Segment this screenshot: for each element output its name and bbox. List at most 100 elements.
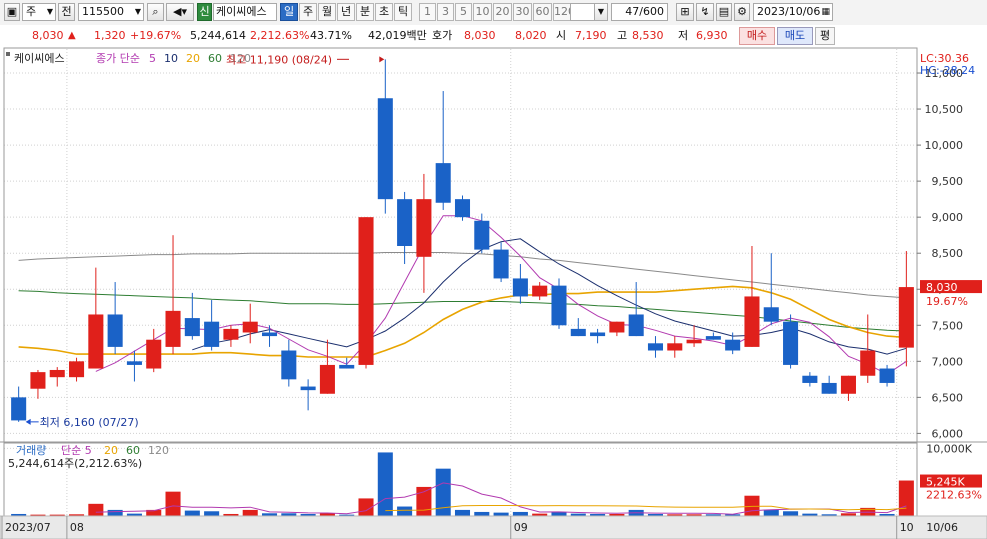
candle-body bbox=[840, 375, 856, 394]
volume-bar bbox=[165, 491, 181, 516]
interval-tab[interactable]: 30 bbox=[513, 3, 532, 21]
candle-body bbox=[570, 328, 586, 337]
period-tab[interactable]: 틱 bbox=[394, 3, 412, 21]
volume-bar bbox=[493, 512, 509, 516]
volume-summary: 5,244,614주(2,212.63%) bbox=[8, 457, 142, 470]
date-label: 08 bbox=[70, 521, 84, 534]
legend-ma-5: 5 bbox=[149, 52, 156, 65]
candle-body bbox=[512, 278, 528, 297]
sell-button[interactable]: 매도 bbox=[777, 27, 813, 45]
candle-body bbox=[783, 321, 799, 365]
interval-tab[interactable]: 3 bbox=[437, 3, 454, 21]
buy-button[interactable]: 매수 bbox=[739, 27, 775, 45]
quote-bar: 8,030 ▲ 1,320 +19.67% 5,244,614 2,212.63… bbox=[0, 25, 987, 48]
period-tab[interactable]: 초 bbox=[375, 3, 393, 21]
turnover-pct: 43.71% bbox=[310, 29, 352, 42]
period-tab[interactable]: 년 bbox=[337, 3, 355, 21]
candle-body bbox=[358, 217, 374, 365]
volume-bar bbox=[377, 452, 393, 516]
volume-bar bbox=[474, 511, 490, 516]
price-tick-label: 7,000 bbox=[932, 355, 964, 368]
candle-body bbox=[319, 364, 335, 394]
stock-code-value: 115500 bbox=[82, 5, 124, 18]
candle-body bbox=[300, 386, 316, 391]
volume-bar bbox=[763, 509, 779, 516]
chevron-down-icon: ▼ bbox=[46, 7, 53, 16]
volume-tick-label: 10,000K bbox=[926, 442, 972, 455]
split-view-icon[interactable]: ⊞ bbox=[676, 3, 694, 21]
candle-body bbox=[821, 382, 837, 394]
volume-legend-120: 120 bbox=[148, 444, 169, 457]
date-label: 10 bbox=[900, 521, 914, 534]
volume-bar bbox=[184, 510, 200, 516]
volume-legend-60: 60 bbox=[126, 444, 140, 457]
high-price: 8,530 bbox=[632, 29, 664, 42]
series-marker-icon bbox=[6, 52, 10, 56]
candle-body bbox=[339, 364, 355, 369]
candle-body bbox=[628, 314, 644, 337]
interval-tab[interactable]: 5 bbox=[455, 3, 472, 21]
low-price: 6,930 bbox=[696, 29, 728, 42]
period-tab[interactable]: 분 bbox=[356, 3, 374, 21]
hoga-label: 호가 bbox=[432, 29, 453, 42]
volume-bar bbox=[242, 509, 258, 516]
interval-tab[interactable]: 20 bbox=[493, 3, 512, 21]
legend-ma-10: 10 bbox=[164, 52, 178, 65]
volume-bar bbox=[88, 503, 104, 516]
date-label: 2023/07 bbox=[5, 521, 51, 534]
volume-legend-label: 거래량 bbox=[16, 444, 46, 457]
candle-body bbox=[667, 343, 683, 351]
candle-body bbox=[705, 336, 721, 340]
volume-tag-pct: 2212.63% bbox=[926, 489, 982, 502]
period-tab[interactable]: 일 bbox=[280, 3, 298, 21]
calendar-icon[interactable]: ▦ bbox=[821, 4, 830, 20]
volume-bar bbox=[783, 511, 799, 516]
chevron-down-icon: ▼ bbox=[134, 7, 141, 16]
gear-icon[interactable]: ⚙ bbox=[734, 3, 750, 21]
window-icon[interactable]: ▣ bbox=[4, 3, 20, 21]
trade-amount: 42,019백만 bbox=[368, 29, 427, 42]
data-count-field[interactable]: 47/600 bbox=[611, 3, 668, 21]
price-tick-label: 6,500 bbox=[932, 391, 964, 404]
volume-bar bbox=[898, 480, 914, 516]
candle-body bbox=[898, 287, 914, 348]
current-price-pct: 19.67% bbox=[926, 295, 968, 308]
candle-body bbox=[532, 285, 548, 297]
volume-bar bbox=[397, 506, 413, 516]
period-tab[interactable]: 주 bbox=[299, 3, 317, 21]
stock-code-input[interactable]: 115500 ▼ bbox=[78, 3, 144, 21]
candle-body bbox=[184, 318, 200, 337]
search-icon[interactable]: ⌕ bbox=[147, 3, 164, 21]
interval-tab[interactable]: 60 bbox=[533, 3, 552, 21]
price-tick-label: 10,500 bbox=[925, 103, 964, 116]
interval-tab[interactable]: 1 bbox=[419, 3, 436, 21]
candle-body bbox=[416, 199, 432, 257]
interval-tab[interactable]: 10 bbox=[473, 3, 492, 21]
new-listing-badge: 신 bbox=[197, 3, 212, 21]
market-type-select[interactable]: 주 ▼ bbox=[22, 3, 56, 21]
open-label: 시 bbox=[556, 29, 567, 42]
trend-icon[interactable]: ↯ bbox=[696, 3, 714, 21]
bid-price: 8,020 bbox=[515, 29, 547, 42]
candle-body bbox=[763, 307, 779, 322]
candle-body bbox=[261, 332, 278, 337]
period-tab[interactable]: 월 bbox=[318, 3, 336, 21]
price-tick-label: 9,500 bbox=[932, 175, 964, 188]
prev-button[interactable]: 전 bbox=[58, 3, 75, 21]
chevron-down-icon[interactable]: ▼ bbox=[594, 3, 608, 21]
date-field[interactable]: 2023/10/06 ▦ bbox=[753, 3, 833, 21]
stock-name-field[interactable]: 케이씨에스 bbox=[213, 3, 277, 21]
price-tick-label: 7,500 bbox=[932, 319, 964, 332]
date-label: 09 bbox=[514, 521, 528, 534]
min-price-annotation: 최저 6,160 (07/27) bbox=[40, 416, 139, 429]
low-label: 저 bbox=[678, 29, 689, 42]
stock-chart[interactable]: 11,00010,50010,0009,5009,0008,5008,0007,… bbox=[0, 47, 987, 539]
volume-bar bbox=[512, 511, 528, 516]
candle-body bbox=[493, 249, 509, 279]
save-icon[interactable]: ▤ bbox=[716, 3, 732, 21]
volume-tag-text: 5,245K bbox=[926, 476, 965, 489]
speaker-icon[interactable]: ◀▾ bbox=[166, 3, 194, 21]
avg-button[interactable]: 평 bbox=[815, 27, 835, 45]
candle-body bbox=[397, 199, 413, 246]
up-arrow-icon: ▲ bbox=[68, 30, 76, 41]
